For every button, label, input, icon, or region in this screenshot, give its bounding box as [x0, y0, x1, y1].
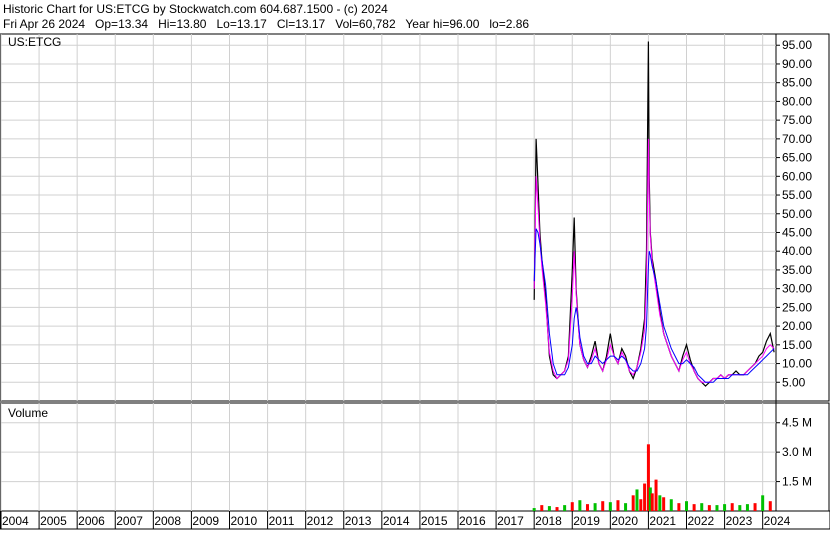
volume-bar [753, 503, 757, 511]
volume-bar [639, 499, 643, 511]
year-label: 2020 [611, 514, 638, 528]
year-label: 2015 [421, 514, 448, 528]
chart-frames [0, 33, 830, 530]
year-label: 2021 [649, 514, 676, 528]
volume-bar [745, 504, 749, 511]
year-label: 2018 [535, 514, 562, 528]
symbol-label: US:ETCG [8, 35, 61, 49]
year-label: 2013 [345, 514, 372, 528]
year-label: 2016 [459, 514, 486, 528]
volume-bar [631, 495, 635, 511]
volume-label: 3.0 M [782, 445, 812, 459]
volume-bar [563, 505, 567, 511]
year-label: 2004 [2, 514, 29, 528]
volume-bar [677, 503, 681, 511]
price-label: 45.00 [782, 225, 812, 239]
price-label: 60.00 [782, 169, 812, 183]
year-label: 2010 [231, 514, 258, 528]
volume-bar [654, 479, 658, 511]
price-label: 95.00 [782, 38, 812, 52]
year-label: 2023 [726, 514, 753, 528]
volume-bar [761, 495, 765, 511]
volume-bar [700, 503, 704, 511]
volume-bar [738, 505, 742, 511]
volume-bar [768, 501, 772, 511]
volume-bar [532, 508, 536, 511]
year-label: 2011 [269, 514, 295, 528]
price-label: 50.00 [782, 207, 812, 221]
volume-bar [601, 501, 605, 511]
price-label: 75.00 [782, 113, 812, 127]
price-label: 80.00 [782, 94, 812, 108]
volume-bar [540, 505, 544, 511]
price-label: 35.00 [782, 263, 812, 277]
volume-bar [658, 495, 662, 511]
year-label: 2014 [383, 514, 410, 528]
price-label: 5.00 [782, 375, 806, 389]
volume-bar [643, 483, 647, 511]
volume-bar [715, 505, 719, 511]
volume-bar [730, 503, 734, 511]
volume-bar [616, 500, 620, 511]
price-label: 85.00 [782, 76, 812, 90]
year-label: 2017 [497, 514, 524, 528]
volume-bar [662, 497, 666, 511]
historic-chart: 2004 2005 2006 2007 2008 2009 2010 2011 2012 2013… [0, 33, 830, 530]
price-label: 15.00 [782, 338, 812, 352]
price-label: 25.00 [782, 300, 812, 314]
volume-bar [692, 504, 696, 511]
price-label: 30.00 [782, 282, 812, 296]
volume-bar [669, 499, 673, 511]
year-label: 2019 [573, 514, 600, 528]
price-label: 20.00 [782, 319, 812, 333]
year-label: 2009 [192, 514, 219, 528]
price-panel-frame [0, 33, 830, 402]
volume-panel-frame [0, 402, 830, 512]
volume-title: Volume [8, 406, 48, 420]
volume-bar [685, 501, 689, 511]
year-label: 2024 [764, 514, 791, 528]
volume-bar [707, 505, 711, 511]
volume-bar [578, 500, 582, 511]
volume-bar [555, 507, 559, 511]
year-label: 2005 [40, 514, 67, 528]
volume-label: 1.5 M [782, 475, 812, 489]
volume-bar [593, 503, 597, 511]
price-label: 10.00 [782, 357, 812, 371]
year-label: 2008 [154, 514, 181, 528]
volume-bar [585, 504, 589, 511]
volume-bar [547, 506, 551, 511]
price-label: 40.00 [782, 244, 812, 258]
price-label: 65.00 [782, 151, 812, 165]
volume-bar [650, 493, 654, 511]
year-label: 2012 [307, 514, 334, 528]
volume-bar [608, 502, 612, 511]
year-label: 2007 [116, 514, 143, 528]
volume-bar [635, 489, 639, 511]
year-label: 2022 [688, 514, 715, 528]
volume-bar [570, 502, 574, 511]
price-label: 70.00 [782, 132, 812, 146]
price-label: 55.00 [782, 188, 812, 202]
volume-bar [723, 504, 727, 511]
price-label: 90.00 [782, 57, 812, 71]
year-label: 2006 [78, 514, 105, 528]
volume-label: 4.5 M [782, 416, 812, 430]
volume-bar [624, 503, 628, 511]
